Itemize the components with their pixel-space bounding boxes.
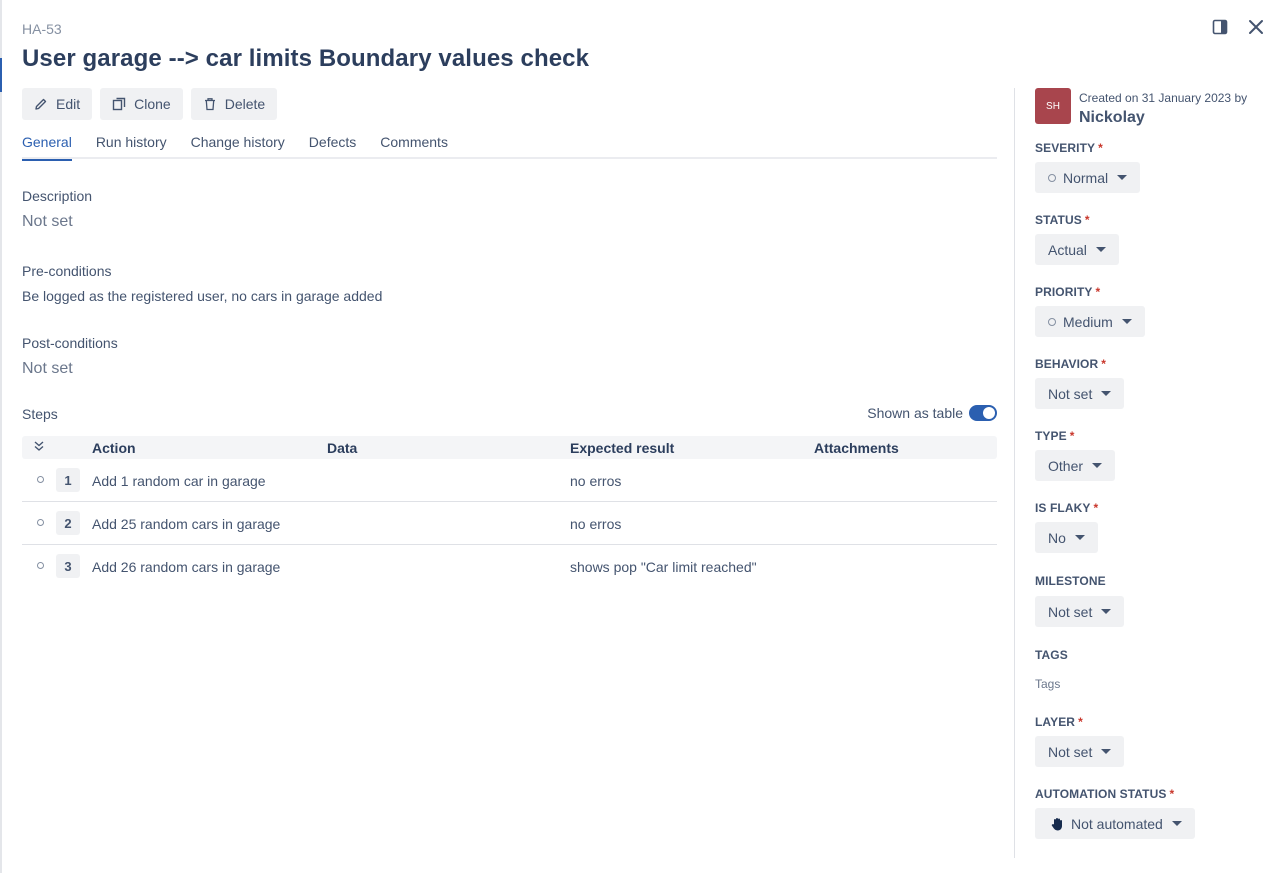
- type-select[interactable]: Other: [1035, 450, 1116, 481]
- toggle-label: Shown as table: [867, 405, 963, 421]
- test-case-modal: HA-53 User garage --> car limits Boundar…: [2, 0, 1281, 873]
- chevron-down-icon: [1101, 749, 1112, 754]
- milestone-value: Not set: [1048, 603, 1093, 620]
- step-action: Add 1 random car in garage: [92, 473, 266, 489]
- behavior-select[interactable]: Not set: [1035, 378, 1125, 409]
- priority-indicator: [1048, 317, 1056, 326]
- step-number: 1: [56, 468, 80, 492]
- clone-button[interactable]: Clone: [100, 88, 183, 120]
- table-view-toggle: Shown as table: [867, 405, 997, 421]
- table-row[interactable]: 2 Add 25 random cars in garage no erros: [22, 502, 997, 545]
- clone-icon: [112, 97, 126, 111]
- chevron-down-icon: [1092, 463, 1103, 468]
- step-action: Add 25 random cars in garage: [92, 516, 281, 532]
- panel-icon[interactable]: [1209, 16, 1231, 38]
- hand-icon: [1051, 817, 1062, 830]
- delete-button-label: Delete: [224, 96, 266, 112]
- is-flaky-label: IS FLAKY *: [1035, 501, 1099, 515]
- step-expected: shows pop "Car limit reached": [570, 559, 757, 575]
- pencil-icon: [35, 98, 47, 110]
- created-info: Created on 31 January 2023 by: [1079, 91, 1248, 105]
- status-label: STATUS *: [1035, 213, 1090, 227]
- step-status-dot: [37, 519, 44, 526]
- priority-value: Medium: [1063, 313, 1113, 330]
- step-status-dot: [37, 562, 44, 569]
- severity-label: SEVERITY *: [1035, 141, 1103, 155]
- chevron-down-icon: [1101, 609, 1112, 614]
- milestone-select[interactable]: Not set: [1035, 596, 1125, 627]
- priority-label: PRIORITY *: [1035, 285, 1101, 299]
- layer-select[interactable]: Not set: [1035, 736, 1125, 767]
- window-controls: [1209, 16, 1267, 38]
- step-action: Add 26 random cars in garage: [92, 559, 281, 575]
- delete-button[interactable]: Delete: [190, 88, 278, 120]
- details-sidebar: SH Created on 31 January 2023 by Nickola…: [1014, 88, 1270, 858]
- preconditions-value[interactable]: Be logged as the registered user, no car…: [22, 288, 382, 304]
- step-expected: no erros: [570, 473, 622, 489]
- layer-value: Not set: [1048, 743, 1093, 760]
- behavior-value: Not set: [1048, 385, 1093, 402]
- column-data: Data: [327, 440, 358, 456]
- clone-button-label: Clone: [134, 96, 171, 112]
- layer-label: LAYER *: [1035, 715, 1083, 729]
- automation-status-label: AUTOMATION STATUS *: [1035, 787, 1175, 801]
- is-flaky-value: No: [1048, 529, 1066, 546]
- type-label: TYPE *: [1035, 429, 1075, 443]
- description-label: Description: [22, 188, 93, 204]
- collapse-all-icon[interactable]: [32, 439, 46, 456]
- tab-run-history[interactable]: Run history: [96, 134, 167, 159]
- automation-status-select[interactable]: Not automated: [1035, 808, 1195, 839]
- severity-indicator: [1048, 173, 1056, 182]
- chevron-down-icon: [1074, 535, 1085, 540]
- behavior-label: BEHAVIOR *: [1035, 357, 1107, 371]
- column-action: Action: [92, 440, 136, 456]
- status-value: Actual: [1048, 241, 1087, 258]
- chevron-down-icon: [1095, 247, 1106, 252]
- automation-status-value: Not automated: [1071, 815, 1163, 832]
- severity-select[interactable]: Normal: [1035, 162, 1141, 193]
- shown-as-table-toggle[interactable]: [969, 405, 997, 421]
- milestone-label: MILESTONE: [1035, 574, 1106, 588]
- description-value[interactable]: Not set: [22, 213, 73, 231]
- chevron-down-icon: [1171, 821, 1182, 826]
- chevron-down-icon: [1121, 319, 1132, 324]
- tab-general[interactable]: General: [22, 134, 72, 161]
- trash-icon: [204, 98, 215, 111]
- tags-label: TAGS: [1035, 648, 1068, 662]
- steps-label: Steps: [22, 406, 58, 422]
- chevron-down-icon: [1117, 175, 1128, 180]
- table-row[interactable]: 1 Add 1 random car in garage no erros: [22, 459, 997, 502]
- priority-select[interactable]: Medium: [1035, 306, 1145, 337]
- status-select[interactable]: Actual: [1035, 234, 1119, 265]
- column-attachments: Attachments: [814, 440, 899, 456]
- postconditions-label: Post-conditions: [22, 335, 118, 351]
- step-expected: no erros: [570, 516, 622, 532]
- step-number: 2: [56, 511, 80, 535]
- severity-value: Normal: [1063, 169, 1109, 186]
- is-flaky-select[interactable]: No: [1035, 522, 1098, 553]
- column-expected-result: Expected result: [570, 440, 675, 456]
- toolbar: Edit Clone Delete: [22, 88, 278, 120]
- preconditions-label: Pre-conditions: [22, 263, 112, 279]
- tags-input[interactable]: Tags: [1035, 677, 1060, 691]
- close-icon[interactable]: [1245, 16, 1267, 38]
- tab-change-history[interactable]: Change history: [191, 134, 285, 159]
- edit-button[interactable]: Edit: [22, 88, 93, 120]
- type-value: Other: [1048, 457, 1084, 474]
- avatar: SH: [1035, 88, 1071, 124]
- page-title: User garage --> car limits Boundary valu…: [22, 45, 590, 72]
- table-row[interactable]: 3 Add 26 random cars in garage shows pop…: [22, 545, 997, 588]
- case-key: HA-53: [22, 21, 62, 37]
- creator-name: Nickolay: [1079, 109, 1145, 126]
- postconditions-value[interactable]: Not set: [22, 360, 73, 378]
- tab-comments[interactable]: Comments: [380, 134, 448, 159]
- tab-defects[interactable]: Defects: [309, 134, 356, 159]
- steps-table-header: Action Data Expected result Attachments: [22, 436, 997, 459]
- steps-table: Action Data Expected result Attachments …: [22, 436, 997, 588]
- step-number: 3: [56, 554, 80, 578]
- chevron-down-icon: [1101, 391, 1112, 396]
- step-status-dot: [37, 476, 44, 483]
- edit-button-label: Edit: [56, 96, 81, 112]
- tab-bar: General Run history Change history Defec…: [22, 134, 997, 161]
